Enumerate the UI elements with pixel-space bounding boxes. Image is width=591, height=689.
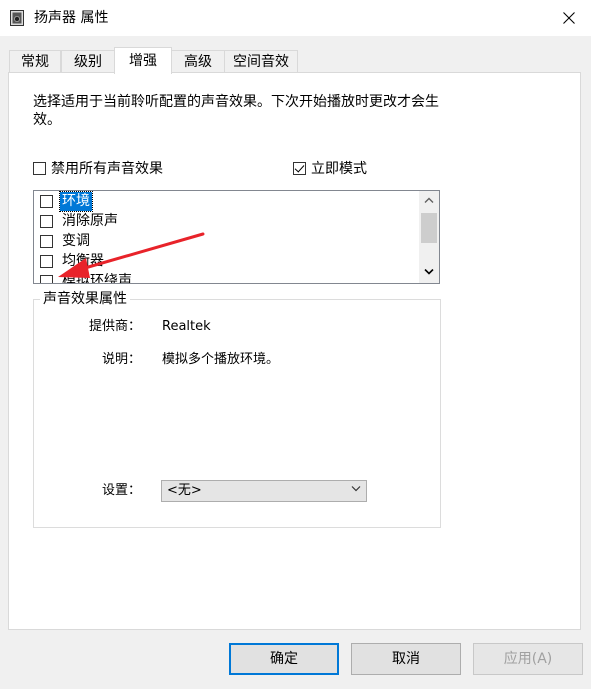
chevron-up-icon: [424, 197, 434, 203]
settings-dropdown[interactable]: <无>: [161, 480, 367, 502]
speaker-app-icon: [10, 10, 24, 26]
tab-levels[interactable]: 级别: [61, 50, 115, 72]
scroll-down-button[interactable]: [419, 263, 439, 281]
effect-checkbox[interactable]: [40, 235, 53, 248]
settings-label: 设置：: [101, 483, 141, 498]
effect-checkbox[interactable]: [40, 275, 53, 283]
effect-checkbox[interactable]: [40, 255, 53, 268]
chevron-down-icon: [351, 486, 361, 492]
provider-label: 提供商：: [88, 319, 141, 334]
tab-advanced[interactable]: 高级: [171, 50, 225, 72]
tab-spatial-sound[interactable]: 空间音效: [224, 50, 298, 72]
close-button[interactable]: [547, 0, 591, 36]
list-item[interactable]: 消除原声: [38, 212, 418, 232]
list-item[interactable]: 均衡器: [38, 252, 418, 272]
effect-label: 模拟环绕声: [62, 273, 132, 284]
list-scrollbar[interactable]: [419, 191, 439, 283]
effects-list[interactable]: 环境 消除原声 变调 均衡器 模拟环绕声: [33, 190, 440, 284]
close-icon: [563, 12, 575, 24]
effect-checkbox[interactable]: [40, 195, 53, 208]
tab-general[interactable]: 常规: [9, 50, 61, 72]
provider-value: Realtek: [162, 319, 211, 334]
effect-label: 环境: [59, 191, 93, 212]
description-value: 模拟多个播放环境。: [162, 352, 280, 367]
immediate-mode-label: 立即模式: [311, 161, 367, 177]
scroll-thumb[interactable]: [421, 213, 437, 243]
immediate-mode-checkbox[interactable]: [293, 162, 306, 175]
effect-checkbox[interactable]: [40, 215, 53, 228]
effect-label: 消除原声: [62, 213, 118, 229]
list-item[interactable]: 变调: [38, 232, 418, 252]
list-item[interactable]: 环境: [38, 191, 418, 212]
ok-button[interactable]: 确定: [229, 643, 339, 675]
window-title: 扬声器 属性: [34, 10, 109, 26]
apply-button[interactable]: 应用(A): [473, 643, 583, 675]
disable-all-effects-label: 禁用所有声音效果: [51, 161, 163, 177]
effect-label: 均衡器: [62, 253, 104, 269]
disable-all-effects-checkbox[interactable]: [33, 162, 46, 175]
effect-properties-title: 声音效果属性: [40, 290, 130, 308]
enhancement-description: 选择适用于当前聆听配置的声音效果。下次开始播放时更改才会生效。: [33, 94, 439, 128]
title-bar: 扬声器 属性: [0, 0, 591, 36]
settings-dropdown-value: <无>: [167, 483, 202, 498]
tab-enhancements[interactable]: 增强: [114, 47, 172, 74]
effect-label: 变调: [62, 233, 90, 249]
description-label: 说明：: [101, 352, 141, 367]
scroll-up-button[interactable]: [419, 191, 439, 209]
list-item[interactable]: 模拟环绕声: [38, 272, 418, 284]
chevron-down-icon: [424, 269, 434, 275]
cancel-button[interactable]: 取消: [351, 643, 461, 675]
